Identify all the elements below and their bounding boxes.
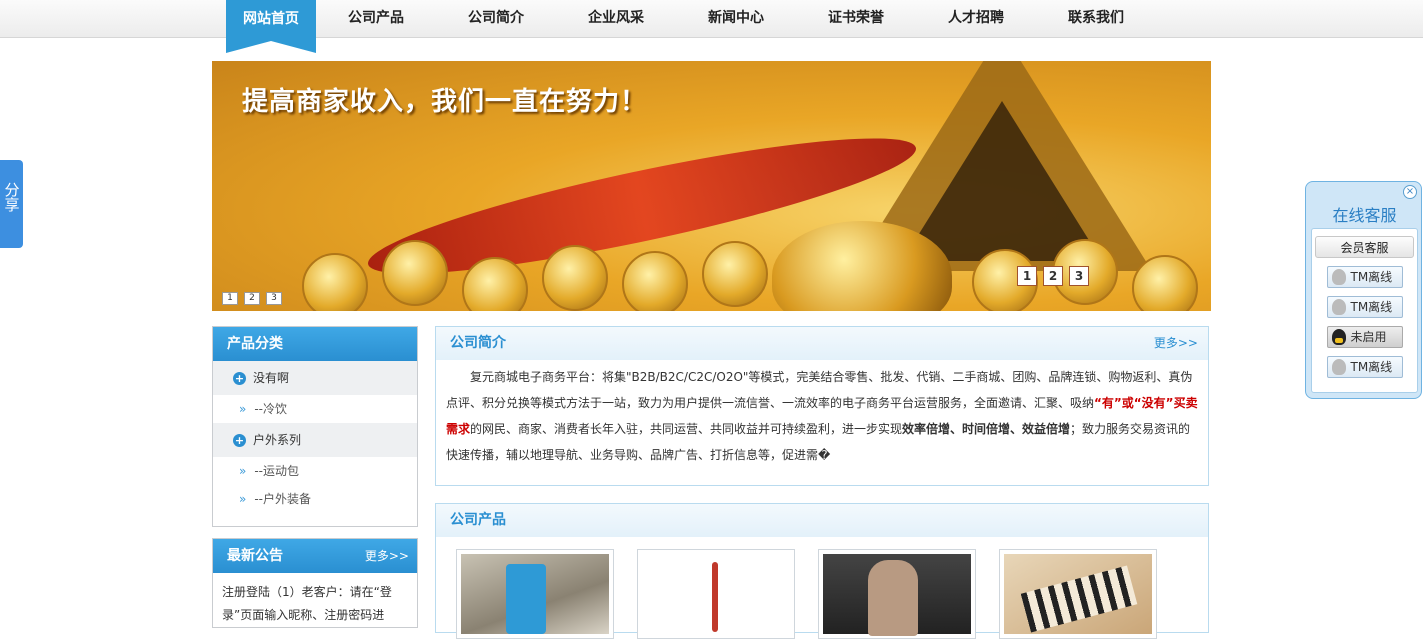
nav-item-home[interactable]: 网站首页 [226, 0, 316, 53]
double-chevron-icon: » [239, 464, 246, 478]
product-image [823, 554, 971, 636]
notice-box: 最新公告 更多>> 注册登陆（1）老客户：请在“登录”页面输入昵称、注册密码进 [212, 538, 418, 628]
category-item[interactable]: » --户外装备 [213, 485, 417, 513]
top-nav: 网站首页 公司产品 公司简介 企业风采 新闻中心 证书荣誉 人才招聘 联系我们 [0, 0, 1423, 53]
qq-gray-icon [1331, 269, 1346, 285]
category-item-label: --冷饮 [254, 402, 288, 416]
intro-title: 公司简介 [450, 335, 506, 351]
double-chevron-icon: » [239, 402, 246, 416]
banner-page-2[interactable]: 2 [1043, 266, 1063, 286]
nav-item-style[interactable]: 企业风采 [556, 0, 676, 38]
product-card[interactable] [818, 549, 976, 639]
company-products-box: 公司产品 [435, 503, 1209, 639]
banner-pyramid-inner [902, 101, 1102, 261]
product-card[interactable] [456, 549, 614, 639]
close-icon[interactable]: × [1403, 185, 1417, 199]
banner-coin [302, 253, 368, 311]
plus-icon: + [233, 433, 246, 447]
notice-more-link[interactable]: 更多>> [365, 539, 409, 573]
service-contact-label: TM离线 [1350, 270, 1393, 284]
intro-text-bold: 效率倍增、时间倍增、效益倍增 [902, 422, 1071, 436]
service-contact-button[interactable]: TM离线 [1326, 296, 1403, 318]
product-card[interactable] [637, 549, 795, 639]
nav-item-certificates[interactable]: 证书荣誉 [796, 0, 916, 38]
intro-header: 公司简介 更多>> [436, 327, 1208, 360]
nav-item-contact[interactable]: 联系我们 [1036, 0, 1156, 38]
banner-slider[interactable]: 提高商家收入，我们一直在努力！ 1 2 3 1 2 3 [212, 61, 1211, 311]
intro-text-part: 复元商城电子商务平台：将集"B2B/B2C/C2C/O2O"等模式，完美结合零售… [446, 370, 1193, 410]
nav-item-about[interactable]: 公司简介 [436, 0, 556, 38]
share-tab[interactable]: 分享 [0, 160, 23, 248]
service-contact-button[interactable]: TM离线 [1326, 356, 1403, 378]
category-item-label: --户外装备 [254, 492, 312, 506]
service-contact-label: TM离线 [1350, 360, 1393, 374]
banner-page-2[interactable]: 2 [244, 292, 260, 305]
notice-title: 最新公告 [227, 548, 283, 564]
online-service-widget: × 在线客服 会员客服 TM离线 TM离线 未启用 TM离线 [1305, 181, 1422, 399]
service-contact-button[interactable]: TM离线 [1326, 266, 1403, 288]
service-title: 在线客服 [1332, 206, 1397, 225]
double-chevron-icon: » [239, 492, 246, 506]
qq-gray-icon [1331, 299, 1346, 315]
nav-item-products[interactable]: 公司产品 [316, 0, 436, 38]
service-contact-button[interactable]: 未启用 [1326, 326, 1403, 348]
intro-more-link[interactable]: 更多>> [1154, 327, 1198, 360]
service-panel: 会员客服 TM离线 TM离线 未启用 TM离线 [1311, 228, 1418, 393]
product-image [1004, 554, 1152, 634]
products-title: 公司产品 [450, 512, 506, 528]
category-item[interactable]: » --冷饮 [213, 395, 417, 423]
share-label: 分享 [2, 182, 21, 212]
notice-text: 注册登陆（1）老客户：请在“登录”页面输入昵称、注册密码进 [222, 585, 392, 622]
nav-item-news[interactable]: 新闻中心 [676, 0, 796, 38]
nav-menu: 网站首页 公司产品 公司简介 企业风采 新闻中心 证书荣誉 人才招聘 联系我们 [226, 0, 1156, 53]
banner-title: 提高商家收入，我们一直在努力！ [242, 87, 648, 117]
banner-coin [622, 251, 688, 311]
service-group-label: 会员客服 [1315, 236, 1414, 258]
intro-text-part: 的网民、商家、消费者长年入驻，共同运营、共同收益并可持续盈利，进一步实现 [470, 422, 903, 436]
qq-gray-icon [1331, 359, 1346, 375]
banner-page-3[interactable]: 3 [1069, 266, 1089, 286]
service-contact-label: TM离线 [1350, 300, 1393, 314]
category-group-label: 户外系列 [253, 433, 302, 447]
service-contact-label: 未启用 [1350, 330, 1387, 344]
category-group-2[interactable]: + 户外系列 [213, 423, 417, 457]
banner-coin [1132, 255, 1198, 311]
product-image [642, 554, 790, 634]
product-list [456, 549, 1157, 639]
banner-coin [702, 241, 768, 307]
category-item-label: --运动包 [254, 464, 300, 478]
plus-icon: + [233, 371, 246, 385]
banner-page-3[interactable]: 3 [266, 292, 282, 305]
category-group-1[interactable]: + 没有啊 [213, 361, 417, 395]
banner-pager-large: 1 2 3 [1017, 266, 1089, 286]
nav-item-jobs[interactable]: 人才招聘 [916, 0, 1036, 38]
category-title: 产品分类 [213, 327, 417, 361]
product-image [461, 554, 609, 634]
banner-coin [462, 257, 528, 311]
banner-pager-small: 1 2 3 [222, 292, 282, 305]
product-card[interactable] [999, 549, 1157, 639]
product-category-box: 产品分类 + 没有啊 » --冷饮 + 户外系列 » --运动包 » --户外装… [212, 326, 418, 527]
products-header: 公司产品 [436, 504, 1208, 537]
category-item[interactable]: » --运动包 [213, 457, 417, 485]
banner-page-1[interactable]: 1 [222, 292, 238, 305]
qq-black-icon [1331, 329, 1346, 345]
banner-coin [542, 245, 608, 311]
notice-header: 最新公告 更多>> [213, 539, 417, 573]
category-group-label: 没有啊 [253, 371, 290, 385]
banner-coin [382, 240, 448, 306]
banner-page-1[interactable]: 1 [1017, 266, 1037, 286]
company-intro-box: 公司简介 更多>> 复元商城电子商务平台：将集"B2B/B2C/C2C/O2O"… [435, 326, 1209, 486]
intro-text: 复元商城电子商务平台：将集"B2B/B2C/C2C/O2O"等模式，完美结合零售… [436, 360, 1208, 468]
